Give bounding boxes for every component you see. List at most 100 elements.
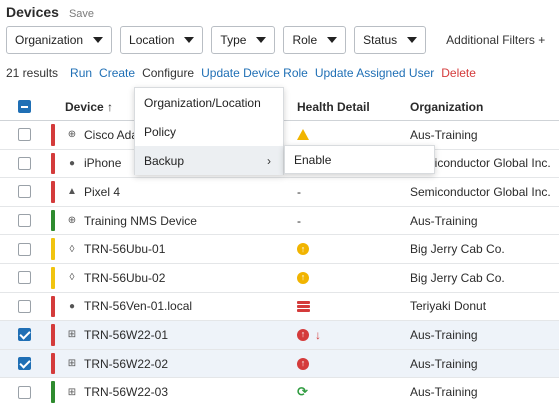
row-checkbox[interactable] [18, 156, 31, 170]
server-icon [297, 300, 310, 312]
table-row[interactable]: ● TRN-56Ven-01.local Teriyaki Donut [0, 293, 559, 322]
filter-label: Status [363, 33, 398, 47]
status-indicator [51, 266, 55, 289]
filter-role[interactable]: Role [283, 26, 347, 54]
table-row[interactable]: ⊞ TRN-56W22-03 ⟳ Aus-Training [0, 378, 559, 403]
configure-button[interactable]: Configure [142, 66, 194, 80]
windows-icon: ⊞ [67, 358, 77, 370]
column-organization[interactable]: Organization [410, 100, 483, 114]
device-name[interactable]: Pixel 4 [84, 185, 120, 199]
device-name[interactable]: iPhone [84, 156, 121, 170]
organization-cell[interactable]: Aus-Training [410, 214, 478, 228]
select-all-checkbox[interactable] [18, 100, 31, 113]
save-button[interactable]: Save [69, 8, 94, 20]
arrow-up-icon: ↑ [297, 271, 309, 284]
page-title: Devices [6, 4, 59, 20]
status-indicator [51, 352, 55, 375]
organization-cell[interactable]: Aus-Training [410, 128, 478, 142]
device-name[interactable]: TRN-56Ubu-01 [84, 242, 165, 256]
row-checkbox[interactable] [18, 299, 31, 313]
warning-icon [297, 129, 309, 141]
health-detail [297, 300, 310, 312]
organization-cell[interactable]: Semiconductor Global Inc. [410, 185, 551, 199]
filter-status[interactable]: Status [354, 26, 427, 54]
table-row[interactable]: ⊞ TRN-56W22-01 ↑ ↓ Aus-Training [0, 321, 559, 350]
organization-cell[interactable]: Aus-Training [410, 357, 478, 371]
create-button[interactable]: Create [99, 66, 135, 80]
configure-menu: Organization/Location Policy Backup › [134, 87, 284, 175]
row-checkbox[interactable] [18, 271, 31, 285]
run-button[interactable]: Run [70, 66, 92, 80]
filter-label: Role [292, 33, 318, 47]
health-detail: ↑ [297, 357, 309, 370]
filter-label: Location [129, 33, 175, 47]
organization-cell[interactable]: Teriyaki Donut [410, 299, 486, 313]
row-checkbox[interactable] [18, 328, 31, 342]
apple-icon: ● [68, 157, 76, 169]
health-detail: ⟳ [297, 384, 308, 400]
apple-icon: ● [68, 300, 76, 312]
health-detail [297, 129, 309, 141]
menu-item-organization-location[interactable]: Organization/Location [135, 88, 283, 117]
menu-item-label: Backup [144, 153, 185, 168]
device-name[interactable]: Cisco Ada [84, 128, 138, 142]
action-bar: 21 results Run Create Configure Update D… [6, 66, 476, 80]
row-checkbox[interactable] [18, 357, 31, 371]
row-checkbox[interactable] [18, 385, 31, 399]
submenu-item-enable[interactable]: Enable [284, 145, 435, 174]
device-name[interactable]: Training NMS Device [84, 214, 197, 228]
row-checkbox[interactable] [18, 214, 31, 228]
device-name[interactable]: TRN-56Ubu-02 [84, 271, 165, 285]
health-detail: ↑ ↓ [297, 328, 321, 342]
row-checkbox[interactable] [18, 185, 31, 199]
status-indicator [51, 324, 55, 346]
menu-item-backup[interactable]: Backup › [135, 146, 283, 175]
update-assigned-user-button[interactable]: Update Assigned User [315, 66, 434, 80]
filter-bar: Organization Location Type Role Status A… [6, 26, 545, 54]
chevron-right-icon: › [267, 153, 271, 168]
row-checkbox[interactable] [18, 128, 31, 142]
status-indicator [51, 124, 55, 146]
globe-icon: ⊕ [67, 215, 77, 227]
row-checkbox[interactable] [18, 242, 31, 256]
table-row[interactable]: ◊ TRN-56Ubu-02 ↑ Big Jerry Cab Co. [0, 264, 559, 293]
organization-cell[interactable]: Big Jerry Cab Co. [410, 271, 505, 285]
arrow-up-icon: ↑ [297, 328, 309, 341]
device-name[interactable]: TRN-56W22-01 [84, 328, 168, 342]
menu-item-policy[interactable]: Policy [135, 117, 283, 146]
results-count: 21 results [6, 66, 59, 80]
sync-icon: ⟳ [297, 384, 308, 400]
organization-cell[interactable]: Aus-Training [410, 328, 478, 342]
windows-icon: ⊞ [67, 386, 77, 398]
arrow-down-icon: ↓ [315, 327, 321, 342]
table-row[interactable]: ⊕ Training NMS Device - Aus-Training [0, 207, 559, 236]
filter-type[interactable]: Type [211, 26, 276, 54]
column-device[interactable]: Device ↑ [65, 100, 113, 114]
filter-label: Organization [15, 33, 84, 47]
additional-filters-button[interactable]: Additional Filters + [446, 33, 545, 47]
filter-location[interactable]: Location [120, 26, 204, 54]
device-name[interactable]: TRN-56Ven-01.local [84, 299, 192, 313]
organization-cell[interactable]: Big Jerry Cab Co. [410, 242, 505, 256]
status-indicator [51, 381, 55, 403]
device-name[interactable]: TRN-56W22-03 [84, 385, 168, 399]
status-indicator [51, 295, 55, 318]
table-row[interactable]: ⊞ TRN-56W22-02 ↑ Aus-Training [0, 349, 559, 379]
status-indicator [51, 181, 55, 203]
device-name[interactable]: TRN-56W22-02 [84, 357, 168, 371]
status-indicator [51, 238, 55, 260]
page-header: Devices Save [6, 4, 94, 20]
windows-icon: ⊞ [67, 329, 77, 341]
table-row[interactable]: ▲ Pixel 4 - Semiconductor Global Inc. [0, 178, 559, 207]
caret-down-icon [327, 37, 338, 43]
update-device-role-button[interactable]: Update Device Role [201, 66, 308, 80]
health-detail: ↑ [297, 271, 309, 284]
table-row[interactable]: ◊ TRN-56Ubu-01 ↑ Big Jerry Cab Co. [0, 235, 559, 264]
filter-organization[interactable]: Organization [6, 26, 113, 54]
column-health-detail[interactable]: Health Detail [297, 100, 370, 114]
android-icon: ▲ [67, 186, 77, 198]
linux-icon: ◊ [69, 243, 75, 255]
organization-cell[interactable]: Aus-Training [410, 385, 478, 399]
delete-button[interactable]: Delete [441, 66, 476, 80]
filter-label: Type [220, 33, 247, 47]
